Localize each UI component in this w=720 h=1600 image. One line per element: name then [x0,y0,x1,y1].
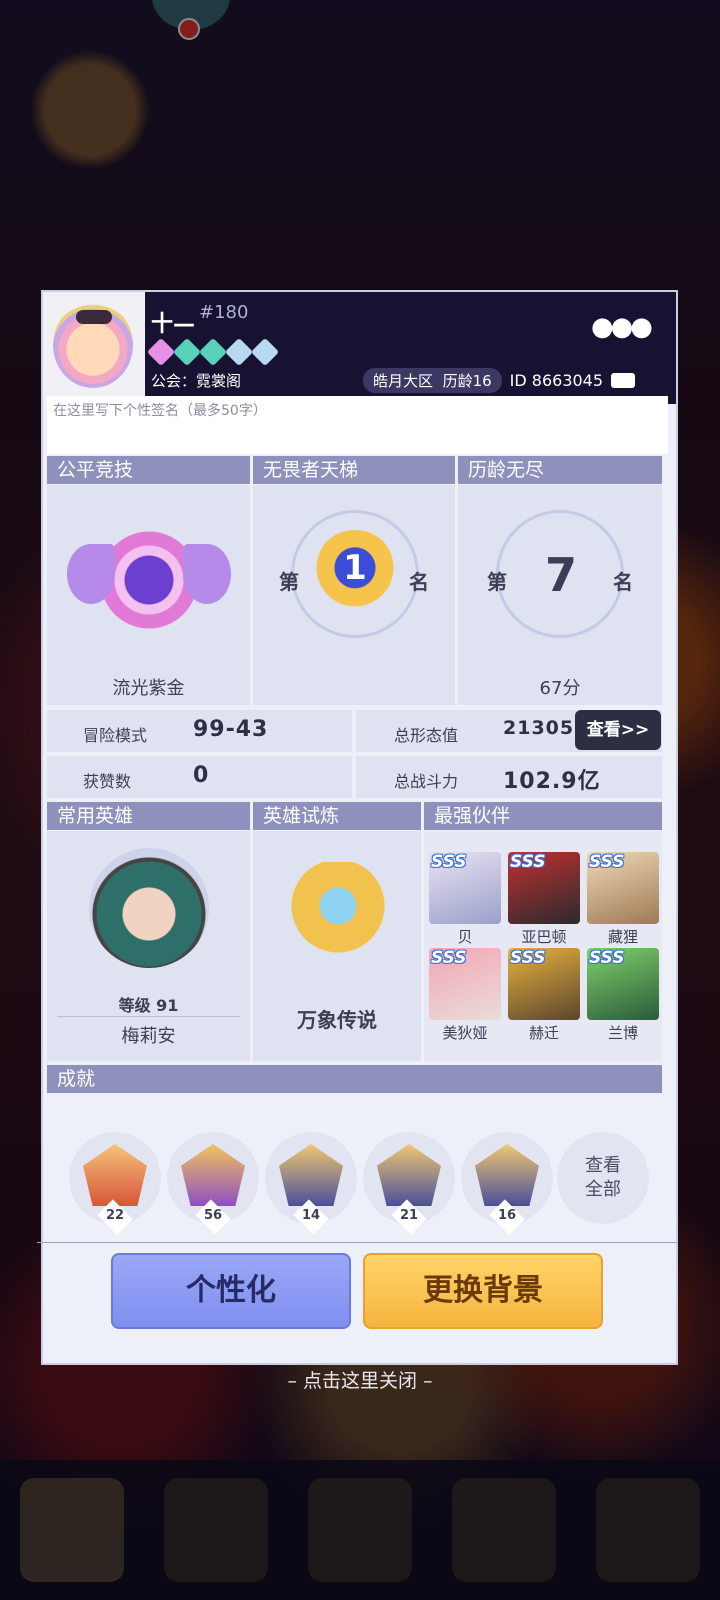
partner-name: 兰博 [607,1024,638,1042]
power-label: 总战斗力 [394,772,459,791]
partner-name: 亚巴顿 [521,928,567,946]
achievement-count: 56 [203,1208,223,1223]
section-title-ladder: 无畏者天梯 [253,456,455,484]
partner-card[interactable]: SSS 兰博 [587,948,659,1043]
gem-icon [224,337,254,367]
achievement-icon [475,1144,539,1206]
more-options-icon[interactable]: ●●● [591,312,653,342]
partner-card[interactable]: SSS 贝 [429,852,501,947]
achievement-badge[interactable]: 21 [363,1132,455,1235]
section-title-endless: 历龄无尽 [458,456,662,484]
partner-name: 贝 [457,928,473,946]
endless-score: 67分 [539,678,581,699]
partner-card[interactable]: SSS 藏狸 [587,852,659,947]
partner-name: 赫迁 [528,1024,559,1042]
fair-rank-label: 流光紫金 [112,678,185,699]
view-details-button[interactable]: 查看>> [575,710,661,750]
gem-icon [198,337,228,367]
partner-card[interactable]: SSS 亚巴顿 [508,852,580,947]
achievement-count: 14 [301,1208,321,1223]
wing-left-icon [67,544,115,604]
adventure-value: 99-43 [193,717,269,742]
personalize-button[interactable]: 个性化 [111,1253,351,1329]
gem-icon [146,337,176,367]
section-title-trial: 英雄试炼 [253,802,421,830]
achievement-count: 22 [105,1208,125,1223]
power-value: 102.9亿 [503,769,601,794]
endless-suffix: 名 [613,570,633,594]
achievement-badge[interactable]: 56 [167,1132,259,1235]
achievement-badge[interactable]: 22 [69,1132,161,1235]
endless-prefix: 第 [487,570,507,594]
player-rank-number: #180 [199,302,249,323]
section-title-fair: 公平竞技 [47,456,250,484]
hero-level: 等级 91 [118,996,179,1015]
partner-card[interactable]: SSS 美狄娅 [429,948,501,1043]
trial-label: 万象传说 [297,1008,377,1032]
partner-name: 藏狸 [607,928,638,946]
achievement-count: 16 [497,1208,517,1223]
hero-name: 梅莉安 [121,1026,176,1047]
user-id: ID 8663045 [509,371,604,390]
partner-card[interactable]: SSS 赫迁 [508,948,580,1043]
achievement-icon [83,1144,147,1206]
section-title-achievements: 成就 [47,1065,662,1093]
wing-right-icon [183,544,231,604]
profile-header: 十— #180 公会：霓裳阁 ●●● 皓月大区 历龄16 ID 8663045 [43,292,676,404]
hero-portrait[interactable] [89,848,209,968]
achievement-count: 21 [399,1208,419,1223]
achievement-icon [181,1144,245,1206]
section-title-partners: 最强伙伴 [424,802,662,830]
achievement-icon [279,1144,343,1206]
copy-id-icon[interactable] [611,373,636,388]
adventure-label: 冒险模式 [83,726,148,745]
change-background-button[interactable]: 更换背景 [363,1253,603,1329]
ladder-rank: 1 [343,548,367,588]
close-hint[interactable]: – 点击这里关闭 – [0,1366,720,1393]
likes-value: 0 [193,763,210,788]
ladder-suffix: 名 [409,570,429,594]
endless-rank: 7 [544,548,577,602]
achievement-badge[interactable]: 14 [265,1132,357,1235]
server-info: 皓月大区 历龄16 ID 8663045 [363,368,636,393]
guild-name: 公会：霓裳阁 [151,372,242,390]
section-title-hero: 常用英雄 [47,802,250,830]
gem-row [146,337,280,367]
signature-placeholder: 在这里写下个性签名（最多50字） [53,403,267,419]
gem-icon [172,337,202,367]
achievement-badge[interactable]: 16 [461,1132,553,1235]
partner-name: 美狄娅 [442,1024,488,1042]
crown-icon [279,862,397,972]
avatar[interactable] [43,292,145,404]
view-all-achievements-button[interactable]: 查看 全部 [557,1132,649,1224]
form-label: 总形态值 [394,726,459,745]
profile-card: 十— #180 公会：霓裳阁 ●●● 皓月大区 历龄16 ID 8663045 … [37,290,678,1365]
ladder-prefix: 第 [279,570,299,594]
player-name: 十— [151,312,196,337]
server-badge: 皓月大区 历龄16 [363,368,502,393]
gem-icon [250,337,280,367]
achievement-icon [377,1144,441,1206]
likes-label: 获赞数 [83,772,132,791]
